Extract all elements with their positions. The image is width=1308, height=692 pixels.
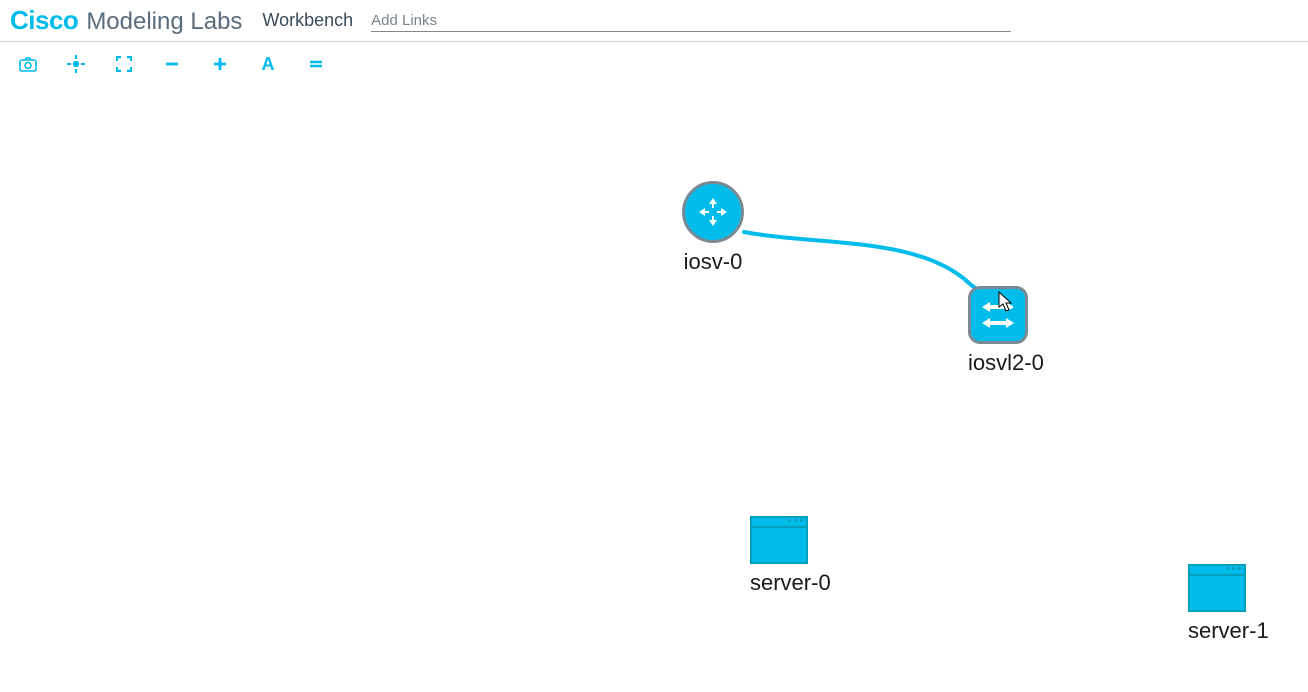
- plus-icon[interactable]: [210, 54, 230, 74]
- node-label: server-1: [1188, 618, 1269, 644]
- node-label: iosv-0: [682, 249, 744, 275]
- canvas-toolbar: A: [0, 42, 1308, 86]
- nav-workbench-link[interactable]: Workbench: [262, 10, 353, 31]
- link-iosv0-iosvl20: [0, 86, 1308, 692]
- equals-icon[interactable]: [306, 54, 326, 74]
- minus-icon[interactable]: [162, 54, 182, 74]
- brand-secondary: Modeling Labs: [86, 8, 242, 36]
- server-icon: [750, 516, 808, 564]
- command-input[interactable]: [371, 10, 1011, 32]
- brand: Cisco Modeling Labs: [10, 5, 242, 36]
- app-header: Cisco Modeling Labs Workbench: [0, 0, 1308, 42]
- switch-icon: [968, 286, 1028, 344]
- node-server-1[interactable]: server-1: [1188, 564, 1269, 644]
- fullscreen-icon[interactable]: [114, 54, 134, 74]
- node-label: iosvl2-0: [968, 350, 1044, 376]
- crosshair-icon[interactable]: [66, 54, 86, 74]
- node-iosv-0[interactable]: iosv-0: [682, 181, 744, 275]
- node-label: server-0: [750, 570, 831, 596]
- search-wrap: [371, 10, 1298, 32]
- server-icon: [1188, 564, 1246, 612]
- camera-icon[interactable]: [18, 54, 38, 74]
- router-icon: [682, 181, 744, 243]
- node-iosvl2-0[interactable]: iosvl2-0: [968, 286, 1044, 376]
- font-icon[interactable]: A: [258, 54, 278, 74]
- topology-canvas[interactable]: iosv-0 iosvl2-0 server-0: [0, 86, 1308, 692]
- brand-primary: Cisco: [10, 5, 78, 36]
- node-server-0[interactable]: server-0: [750, 516, 831, 596]
